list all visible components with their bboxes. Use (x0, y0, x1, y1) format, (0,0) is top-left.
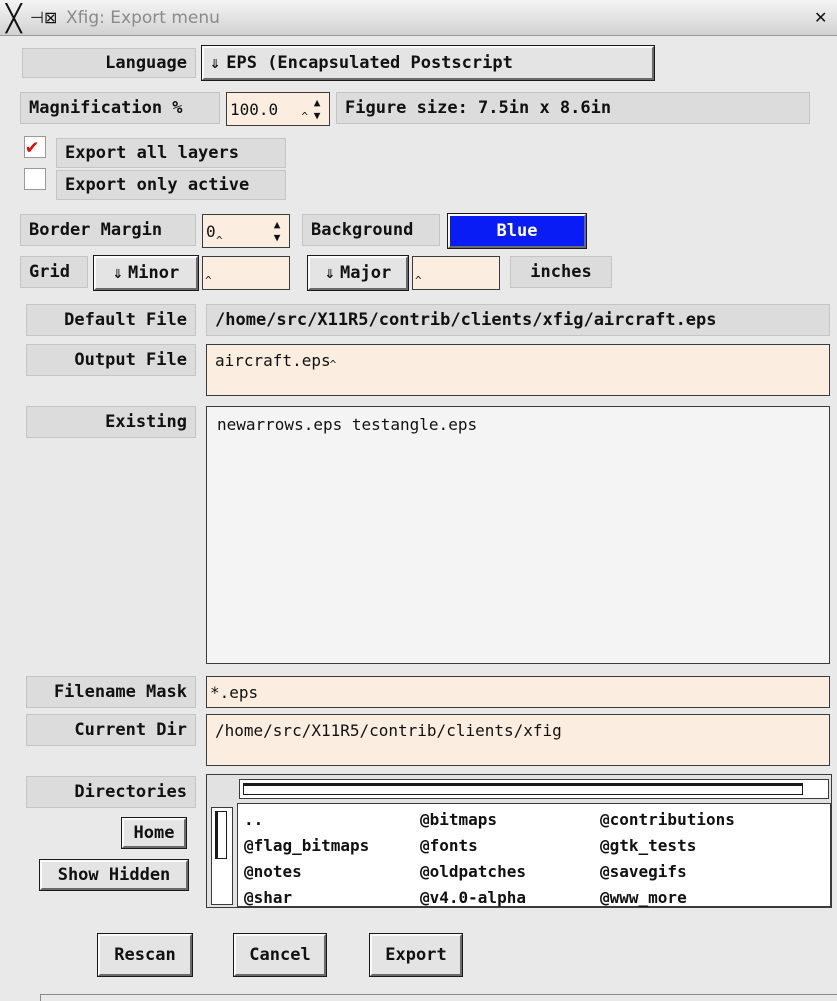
text-cursor-icon: ^ (415, 273, 422, 287)
dir-item[interactable]: @savegifs (600, 862, 687, 881)
language-value: EPS (Encapsulated Postscript (226, 53, 513, 73)
text-cursor-icon: ^ (301, 109, 308, 123)
grid-major-label: Major (340, 263, 392, 283)
window-title: Xfig: Export menu (66, 8, 220, 28)
close-icon[interactable]: ✕ (814, 8, 827, 27)
checkmark-icon: ✔ (26, 134, 39, 158)
home-button[interactable]: Home (122, 818, 186, 848)
spin-up-icon[interactable]: ▲ (274, 219, 281, 230)
output-file-label: Output File (26, 344, 196, 376)
dir-item[interactable]: @oldpatches (420, 862, 526, 881)
spin-down-icon[interactable]: ▼ (274, 232, 281, 243)
dir-item[interactable]: @shar (244, 888, 292, 907)
filename-mask-field[interactable]: *.eps (206, 676, 830, 708)
grid-major-button[interactable]: ⇓ Major (308, 256, 408, 290)
dir-item[interactable]: .. (244, 810, 263, 829)
dir-item[interactable]: @gtk_tests (600, 836, 696, 855)
export-button[interactable]: Export (370, 934, 462, 976)
pin-icon[interactable]: ⊣⊠ (30, 8, 57, 27)
text-cursor-icon: ^ (329, 358, 337, 371)
horizontal-scrollbar[interactable] (239, 779, 829, 799)
vertical-scrollbar[interactable] (211, 807, 233, 905)
spin-down-icon[interactable]: ▼ (314, 110, 321, 121)
title-bar[interactable]: ╳ ⊣⊠ Xfig: Export menu ✕ (0, 0, 837, 36)
dir-item[interactable]: @www_more (600, 888, 687, 907)
vertical-scroll-thumb[interactable] (215, 811, 227, 859)
dir-item[interactable]: @flag_bitmaps (244, 836, 369, 855)
directories-list[interactable]: .. @bitmaps @contributions @flag_bitmaps… (237, 803, 831, 907)
output-file-field[interactable]: aircraft.eps ^ (206, 344, 830, 396)
export-all-layers-label[interactable]: Export all layers (56, 138, 286, 168)
existing-files-text: newarrows.eps testangle.eps (217, 415, 478, 434)
language-row: Language ⇓ EPS (Encapsulated Postscript (0, 36, 837, 88)
border-margin-label: Border Margin (20, 214, 196, 246)
language-menu-button[interactable]: ⇓ EPS (Encapsulated Postscript (202, 46, 654, 80)
grid-minor-button[interactable]: ⇓ Minor (94, 256, 198, 290)
export-only-active-label[interactable]: Export only active (56, 170, 286, 200)
border-margin-field[interactable]: 0 ^ ▲ ▼ (202, 214, 290, 248)
background-label: Background (302, 214, 440, 246)
border-margin-spinner[interactable]: ▲ ▼ (268, 219, 286, 243)
existing-files-list[interactable]: newarrows.eps testangle.eps (206, 406, 830, 664)
cancel-button[interactable]: Cancel (234, 934, 326, 976)
export-all-layers-checkbox[interactable]: ✔ (24, 134, 46, 158)
magnification-field[interactable]: 100.0 ^ ▲ ▼ (226, 92, 330, 126)
filename-mask-value: *.eps (210, 682, 259, 702)
grid-minor-label: Minor (128, 263, 180, 283)
magnification-spinner[interactable]: ▲ ▼ (308, 97, 326, 121)
filename-mask-label: Filename Mask (26, 676, 196, 708)
language-label: Language (22, 48, 196, 78)
text-cursor-icon: ^ (216, 234, 223, 247)
background-color-button[interactable]: Blue (448, 214, 586, 248)
export-only-active-checkbox[interactable] (24, 168, 46, 190)
dir-item[interactable]: @bitmaps (420, 810, 497, 829)
default-file-label: Default File (26, 304, 196, 336)
text-cursor-icon: ^ (205, 273, 212, 287)
output-file-value: aircraft.eps (215, 351, 331, 370)
horizontal-scroll-thumb[interactable] (243, 783, 803, 795)
menu-arrow-down-icon: ⇓ (324, 263, 336, 283)
magnification-label: Magnification % (20, 92, 220, 124)
grid-units-label: inches (510, 256, 612, 288)
menu-arrow-down-icon: ⇓ (112, 263, 124, 283)
show-hidden-button[interactable]: Show Hidden (40, 860, 188, 890)
dir-item[interactable]: @v4.0-alpha (420, 888, 526, 907)
spin-up-icon[interactable]: ▲ (314, 97, 321, 108)
grid-major-field[interactable]: ^ (412, 256, 500, 290)
dir-item[interactable]: @notes (244, 862, 302, 881)
current-dir-value: /home/src/X11R5/contrib/clients/xfig (215, 721, 562, 740)
bottom-edge (40, 994, 837, 1001)
magnification-value: 100.0 (230, 99, 279, 119)
directories-label: Directories (26, 776, 196, 808)
existing-label: Existing (26, 406, 196, 438)
dir-item[interactable]: @contributions (600, 810, 735, 829)
grid-label: Grid (20, 256, 88, 288)
default-file-value: /home/src/X11R5/contrib/clients/xfig/air… (206, 304, 830, 336)
figure-size-text: Figure size: 7.5in x 8.6in (336, 92, 810, 124)
x-logo-icon: ╳ (6, 4, 22, 34)
menu-arrow-down-icon: ⇓ (210, 53, 221, 73)
current-dir-label: Current Dir (26, 714, 196, 746)
current-dir-field[interactable]: /home/src/X11R5/contrib/clients/xfig (206, 714, 830, 766)
grid-minor-field[interactable]: ^ (202, 256, 290, 290)
directories-panel: .. @bitmaps @contributions @flag_bitmaps… (206, 774, 832, 908)
dir-item[interactable]: @fonts (420, 836, 478, 855)
rescan-button[interactable]: Rescan (98, 934, 192, 976)
